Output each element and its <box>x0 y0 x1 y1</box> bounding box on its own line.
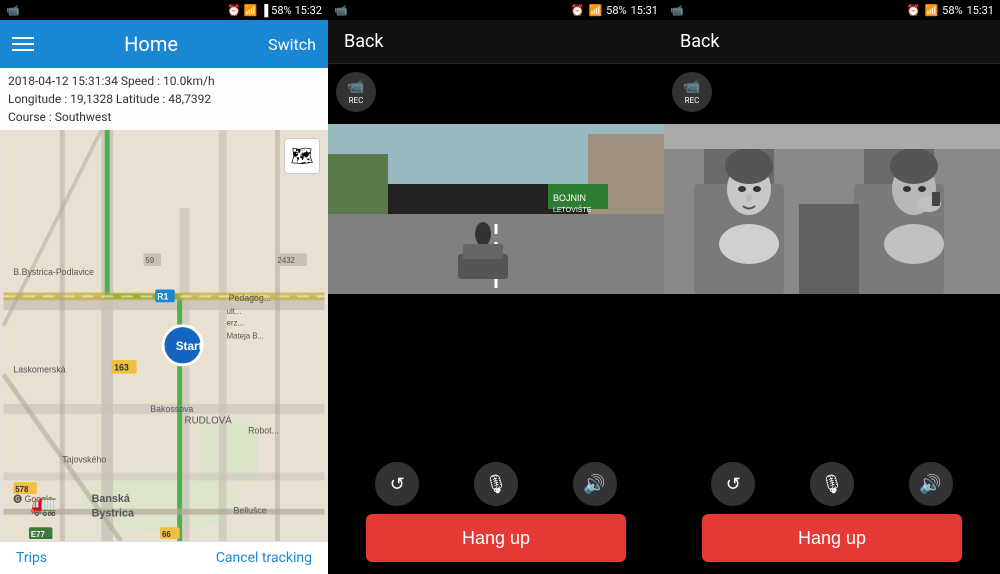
battery-p2: 58% <box>606 4 626 17</box>
rec-button-p3[interactable]: 📹 REC <box>672 72 712 112</box>
panel-map: 📹 ⏰ 📶 ▐ 58% 15:32 Home Switch 2018-04-12… <box>0 0 328 574</box>
video-feed-interior <box>664 124 1000 294</box>
speaker-button-p3[interactable]: 🔊 <box>909 462 953 506</box>
alarm-p3: ⏰ <box>907 4 921 17</box>
time-p3: 15:31 <box>967 4 994 17</box>
wifi-p3: 📶 <box>924 4 938 17</box>
svg-text:RUDLOVÁ: RUDLOVÁ <box>185 416 233 427</box>
menu-line3 <box>12 49 34 51</box>
svg-text:BOJNIN: BOJNIN <box>553 193 586 203</box>
info-line3: Course : Southwest <box>8 108 320 126</box>
wifi-icon: 📶 <box>244 4 258 17</box>
map-area[interactable]: B.Bystrica-Podlavice Laskomerská Banská … <box>0 130 328 541</box>
time-display: 15:32 <box>295 4 322 17</box>
mic-icon-p3: 🎙 <box>821 474 844 495</box>
hang-up-button-p3[interactable]: Hang up <box>702 514 962 562</box>
svg-text:Bellušce: Bellušce <box>233 506 266 516</box>
signal-icon: ▐ <box>260 4 268 17</box>
svg-text:Laskomerská: Laskomerská <box>13 365 65 375</box>
video-black-bottom-p2 <box>328 294 664 454</box>
svg-text:Banská: Banská <box>92 493 130 505</box>
map-overlay-badge[interactable]: 🗺 <box>284 138 320 174</box>
video-controls-p2: ↺ 🎙 🔊 <box>328 454 664 514</box>
svg-text:E77: E77 <box>31 530 45 539</box>
menu-button[interactable] <box>12 37 34 51</box>
svg-text:Robot...: Robot... <box>248 425 279 435</box>
status-bar-p2: 📹 ⏰ 📶 58% 15:31 <box>328 0 664 20</box>
status-bar-p3: 📹 ⏰ 📶 58% 15:31 <box>664 0 1000 20</box>
info-line2: Longitude : 19,1328 Latitude : 48,7392 <box>8 90 320 108</box>
speaker-icon-p3: 🔊 <box>919 474 941 495</box>
info-bar: 2018-04-12 15:31:34 Speed : 10.0km/h Lon… <box>0 68 328 130</box>
status-bar-left: 📹 <box>6 4 20 17</box>
rotate-icon-p2: ↺ <box>390 474 405 495</box>
app-header: Home Switch <box>0 20 328 68</box>
rotate-button-p2[interactable]: ↺ <box>375 462 419 506</box>
bottom-bar: Trips Cancel tracking <box>0 541 328 574</box>
wifi-p2: 📶 <box>588 4 602 17</box>
svg-text:Mateja B...: Mateja B... <box>227 331 264 340</box>
video-controls-p3: ↺ 🎙 🔊 <box>664 454 1000 514</box>
camera-icon-p2: 📹 <box>334 4 348 17</box>
mic-icon-p2: 🎙 <box>485 474 508 495</box>
svg-text:163: 163 <box>114 363 129 373</box>
svg-text:2432: 2432 <box>278 256 295 265</box>
svg-text:Bystrica: Bystrica <box>92 508 135 520</box>
status-right-p2: ⏰ 📶 58% 15:31 <box>571 4 658 17</box>
battery-p3: 58% <box>942 4 962 17</box>
status-bar-map: 📹 ⏰ 📶 ▐ 58% 15:32 <box>0 0 328 20</box>
svg-text:ult...: ult... <box>227 307 242 316</box>
switch-button[interactable]: Switch <box>268 35 316 54</box>
cancel-tracking-link[interactable]: Cancel tracking <box>216 550 312 566</box>
panel-interior-camera: 📹 ⏰ 📶 58% 15:31 Back 📹 REC <box>664 0 1000 574</box>
camera-icon-rec-p3: 📹 <box>683 79 700 95</box>
map-mode-icon: 🗺 <box>291 146 314 167</box>
hang-up-button-p2[interactable]: Hang up <box>366 514 626 562</box>
app-title: Home <box>124 32 178 56</box>
video-feed-road: BOJNIN LETOVIŠTE <box>328 124 664 294</box>
alarm-icon: ⏰ <box>227 4 241 17</box>
rec-label-p3: REC <box>685 96 700 105</box>
time-p2: 15:31 <box>631 4 658 17</box>
panel-front-camera: 📹 ⏰ 📶 58% 15:31 Back 📹 REC <box>328 0 664 574</box>
camera-icon-rec-p2: 📹 <box>347 79 364 95</box>
video-top-bar-p2: Back <box>328 20 664 64</box>
video-black-bottom-p3 <box>664 294 1000 454</box>
svg-text:erz...: erz... <box>227 319 244 328</box>
status-right-p3: ⏰ 📶 58% 15:31 <box>907 4 994 17</box>
svg-text:🚛: 🚛 <box>31 493 58 518</box>
info-line1: 2018-04-12 15:31:34 Speed : 10.0km/h <box>8 72 320 90</box>
rotate-button-p3[interactable]: ↺ <box>711 462 755 506</box>
status-bar-right: ⏰ 📶 ▐ 58% 15:32 <box>227 4 322 17</box>
menu-line2 <box>12 43 34 45</box>
rec-button-p2[interactable]: 📹 REC <box>336 72 376 112</box>
svg-text:578: 578 <box>15 485 29 494</box>
svg-text:59: 59 <box>145 256 154 265</box>
svg-text:LETOVIŠTE: LETOVIŠTE <box>553 205 592 214</box>
trips-link[interactable]: Trips <box>16 550 47 566</box>
svg-text:Bakossova: Bakossova <box>150 404 193 414</box>
svg-text:66: 66 <box>162 530 171 539</box>
back-button-p2[interactable]: Back <box>344 31 384 52</box>
speaker-button-p2[interactable]: 🔊 <box>573 462 617 506</box>
mic-button-p3[interactable]: 🎙 <box>810 462 854 506</box>
svg-text:B.Bystrica-Podlavice: B.Bystrica-Podlavice <box>13 267 94 277</box>
battery-icon: 58% <box>271 4 291 17</box>
speaker-icon-p2: 🔊 <box>583 474 605 495</box>
mic-button-p2[interactable]: 🎙 <box>474 462 518 506</box>
rec-label-p2: REC <box>349 96 364 105</box>
video-black-top-p2: 📹 REC <box>328 64 664 124</box>
video-black-top-p3: 📹 REC <box>664 64 1000 124</box>
alarm-p2: ⏰ <box>571 4 585 17</box>
back-button-p3[interactable]: Back <box>680 31 720 52</box>
camera-icon-p3: 📹 <box>670 4 684 17</box>
svg-text:R1: R1 <box>157 291 168 301</box>
rotate-icon-p3: ↺ <box>726 474 741 495</box>
video-top-bar-p3: Back <box>664 20 1000 64</box>
svg-text:Start: Start <box>176 340 203 353</box>
menu-line1 <box>12 37 34 39</box>
svg-text:Pedagog...: Pedagog... <box>229 293 272 303</box>
svg-text:Tajovského: Tajovského <box>62 455 106 465</box>
camera-status-icon: 📹 <box>6 4 20 17</box>
